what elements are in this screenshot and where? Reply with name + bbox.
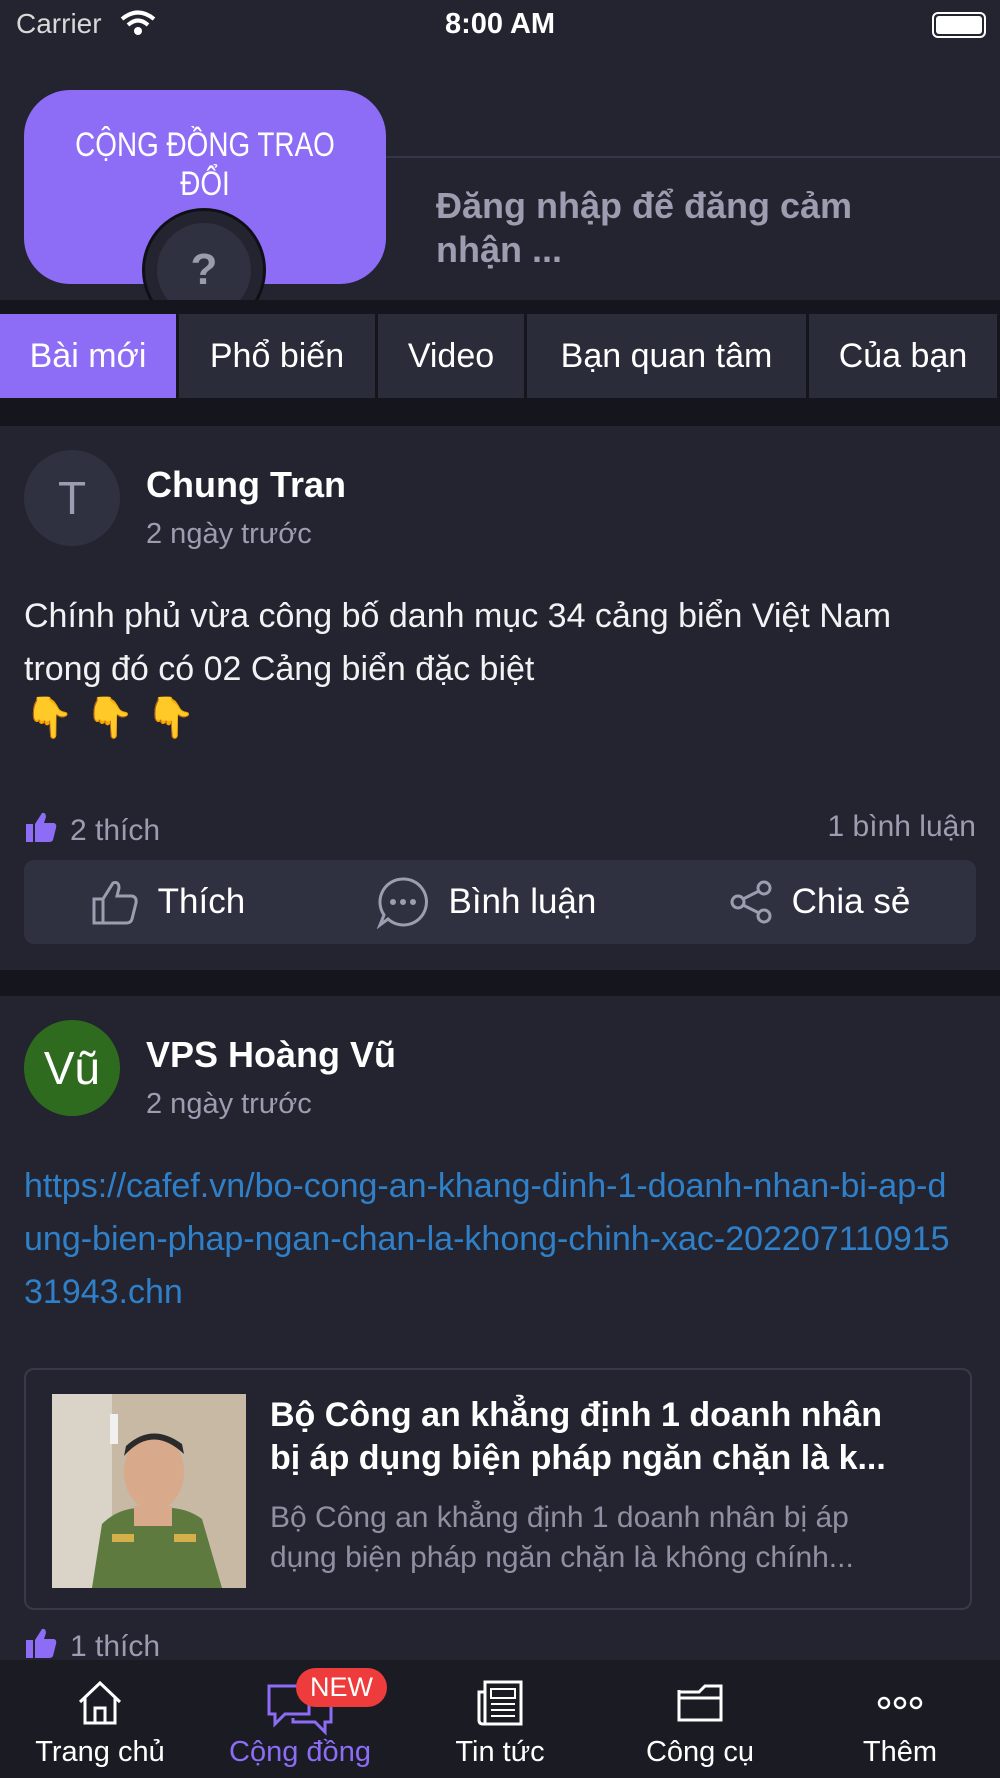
tab-strip-divider <box>0 300 1000 314</box>
author-name[interactable]: Chung Tran <box>146 464 346 506</box>
nav-label: Thêm <box>862 1736 938 1768</box>
post-time: 2 ngày trước <box>146 518 312 550</box>
more-icon <box>800 1678 1000 1732</box>
author-avatar[interactable]: T <box>24 450 120 546</box>
author-avatar[interactable]: Vũ <box>24 1020 120 1116</box>
tab-ban-quan-tam[interactable]: Bạn quan tâm <box>527 314 806 398</box>
like-button-label: Thích <box>157 882 246 921</box>
author-name[interactable]: VPS Hoàng Vũ <box>146 1034 396 1076</box>
community-title: CỘNG ĐỒNG TRAO ĐỔI <box>75 126 335 203</box>
pointing-down-emoji: 👇 👇 👇 <box>24 696 196 740</box>
nav-tin-tuc[interactable]: Tin tức <box>400 1660 600 1778</box>
folder-icon <box>600 1678 800 1732</box>
home-icon <box>0 1678 200 1732</box>
share-icon <box>730 880 772 924</box>
post-action-bar: Thích Bình luận Chia sẻ <box>24 860 976 944</box>
post-card: T Chung Tran 2 ngày trước Chính phủ vừa … <box>0 426 1000 970</box>
comment-button-label: Bình luận <box>448 882 597 921</box>
like-button[interactable]: Thích <box>90 877 246 927</box>
share-button-label: Chia sẻ <box>791 882 911 921</box>
comment-button[interactable]: Bình luận <box>376 875 596 929</box>
preview-description: Bộ Công an khẳng định 1 doanh nhân bị áp… <box>270 1498 950 1578</box>
post-content: Chính phủ vừa công bố danh mục 34 cảng b… <box>24 597 892 688</box>
post-card: Vũ VPS Hoàng Vũ 2 ngày trước https://caf… <box>0 996 1000 1663</box>
tab-strip-divider <box>0 398 1000 426</box>
comment-count[interactable]: 1 bình luận <box>828 810 976 844</box>
thumbs-up-icon <box>24 810 70 852</box>
tab-video[interactable]: Video <box>378 314 524 398</box>
nav-trang-chu[interactable]: Trang chủ <box>0 1660 200 1778</box>
preview-title-line: Bộ Công an khẳng định 1 doanh nhân <box>270 1396 882 1434</box>
tab-cua-ban[interactable]: Của bạn <box>809 314 997 398</box>
preview-desc-line: Bộ Công an khẳng định 1 doanh nhân bị áp <box>270 1501 849 1534</box>
nav-label: Cộng đồng <box>229 1736 371 1768</box>
tab-pho-bien[interactable]: Phổ biến <box>179 314 375 398</box>
preview-title: Bộ Công an khẳng định 1 doanh nhân bị áp… <box>270 1394 950 1480</box>
share-button[interactable]: Chia sẻ <box>728 879 911 925</box>
battery-icon <box>932 12 986 38</box>
nav-cong-dong[interactable]: NEW Cộng đồng <box>200 1660 400 1778</box>
post-link[interactable]: https://cafef.vn/bo-cong-an-khang-dinh-1… <box>24 1160 964 1319</box>
nav-cong-cu[interactable]: Công cụ <box>600 1660 800 1778</box>
like-count-label: 2 thích <box>70 814 161 847</box>
new-badge: NEW <box>296 1668 387 1707</box>
clock: 8:00 AM <box>444 8 556 40</box>
newspaper-icon <box>400 1678 600 1732</box>
preview-thumbnail <box>52 1394 246 1588</box>
post-time: 2 ngày trước <box>146 1088 312 1120</box>
status-bar: Carrier 8:00 AM <box>0 0 1000 48</box>
preview-title-line: bị áp dụng biện pháp ngăn chặn là k... <box>270 1439 886 1477</box>
header-divider <box>386 156 1000 158</box>
nav-label: Trang chủ <box>35 1736 165 1768</box>
link-preview-card[interactable]: Bộ Công an khẳng định 1 doanh nhân bị áp… <box>24 1368 972 1610</box>
nav-label: Tin tức <box>455 1736 545 1768</box>
login-prompt[interactable]: Đăng nhập để đăng cảm nhận ... <box>436 184 936 272</box>
comment-icon <box>377 877 429 929</box>
tab-bai-moi[interactable]: Bài mới <box>0 314 176 398</box>
thumbs-up-icon <box>92 881 138 925</box>
like-count-label: 1 thích <box>70 1630 161 1663</box>
nav-them[interactable]: Thêm <box>800 1660 1000 1778</box>
community-header: CỘNG ĐỒNG TRAO ĐỔI ? Đăng nhập để đăng c… <box>0 48 1000 332</box>
nav-label: Công cụ <box>645 1736 754 1768</box>
like-summary: 2 thích <box>24 810 160 852</box>
post-separator <box>0 970 1000 996</box>
bottom-nav: Trang chủ NEW Cộng đồng Tin tức Công cụ … <box>0 1660 1000 1778</box>
preview-desc-line: dụng biện pháp ngăn chặn là không chính.… <box>270 1541 854 1574</box>
feed-tabs: Bài mới Phổ biến Video Bạn quan tâm Của … <box>0 314 1000 398</box>
